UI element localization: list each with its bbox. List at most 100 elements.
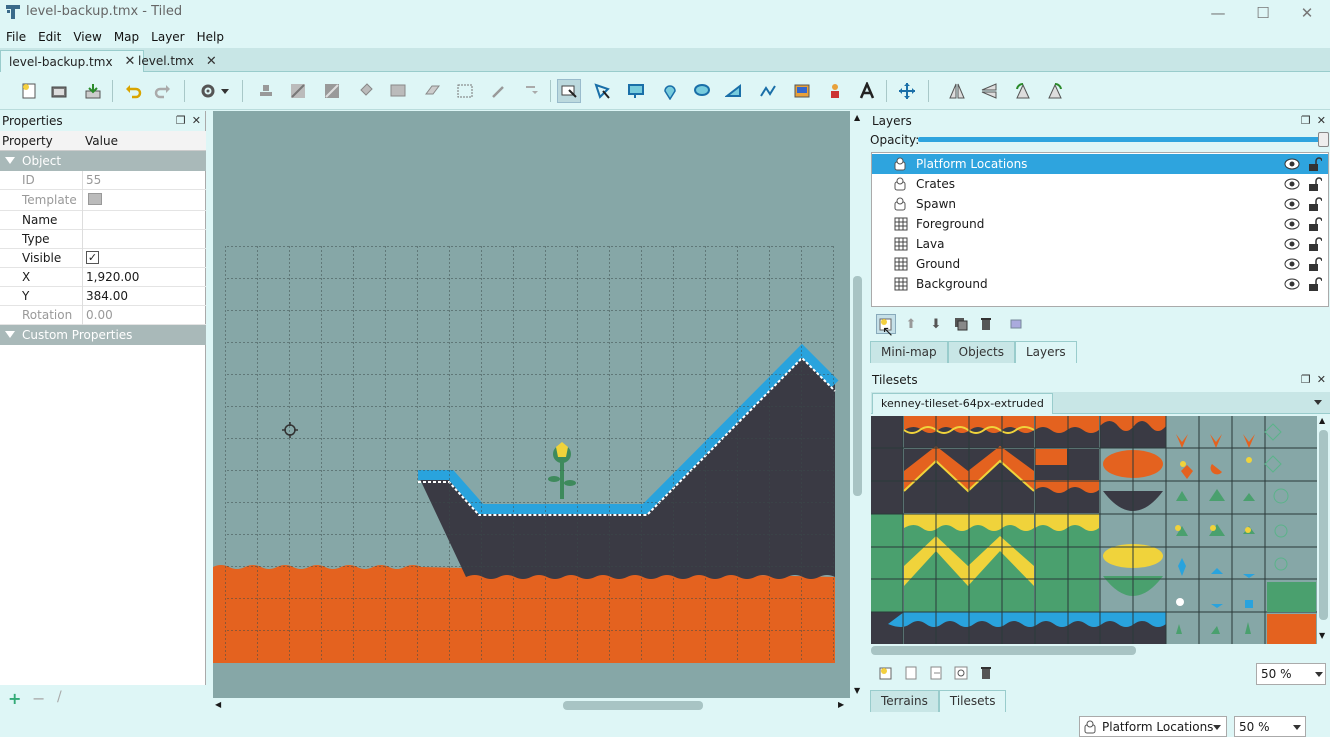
open-button[interactable] — [47, 79, 71, 103]
new-tileset-icon[interactable] — [879, 666, 893, 680]
wang-brush-button[interactable] — [320, 79, 344, 103]
tab-level-backup[interactable]: level-backup.tmx ✕ — [0, 50, 145, 72]
stamp-brush-button[interactable] — [254, 79, 278, 103]
add-property-icon[interactable]: + — [8, 689, 21, 708]
tab-layers[interactable]: Layers — [1014, 341, 1077, 363]
select-same-tile-button[interactable] — [520, 79, 544, 103]
trash-icon[interactable] — [979, 666, 993, 680]
move-button[interactable] — [895, 79, 919, 103]
scroll-thumb[interactable] — [871, 646, 1136, 655]
minimize-button[interactable]: — — [1195, 0, 1241, 26]
tileset-vertical-scrollbar[interactable]: ▲ ▼ — [1317, 416, 1330, 644]
eye-icon[interactable] — [1284, 158, 1300, 170]
eye-icon[interactable] — [1284, 218, 1300, 230]
prop-row-id[interactable]: ID 55 — [0, 171, 206, 190]
layer-background[interactable]: Background — [872, 274, 1328, 294]
magic-wand-button[interactable] — [487, 79, 511, 103]
unlock-icon[interactable] — [1308, 217, 1322, 231]
redo-button[interactable] — [151, 79, 175, 103]
prop-row-y[interactable]: Y 384.00 — [0, 287, 206, 306]
group-custom-properties[interactable]: Custom Properties — [0, 325, 206, 345]
unlock-icon[interactable] — [1308, 257, 1322, 271]
group-object[interactable]: Object — [0, 151, 206, 171]
prop-row-type[interactable]: Type — [0, 230, 206, 249]
undo-button[interactable] — [121, 79, 145, 103]
unlock-icon[interactable] — [1308, 197, 1322, 211]
prop-value[interactable]: 1,920.00 — [86, 270, 139, 284]
insert-rectangle-button[interactable] — [624, 79, 648, 103]
select-objects-button[interactable] — [557, 79, 581, 103]
unlock-icon[interactable] — [1308, 177, 1322, 191]
insert-polygon-button[interactable] — [722, 79, 746, 103]
chevron-down-icon[interactable] — [1314, 400, 1322, 405]
maximize-button[interactable]: ☐ — [1240, 0, 1286, 26]
menu-layer[interactable]: Layer — [145, 30, 190, 44]
current-layer-select[interactable]: Platform Locations — [1079, 716, 1227, 737]
tab-mini-map[interactable]: Mini-map — [870, 341, 948, 363]
unlock-icon[interactable] — [1308, 237, 1322, 251]
close-dock-icon[interactable]: ✕ — [192, 114, 201, 127]
prop-row-template[interactable]: Template — [0, 190, 206, 211]
layer-lava[interactable]: Lava — [872, 234, 1328, 254]
map-horizontal-scrollbar[interactable]: ◀ ▶ — [213, 698, 850, 713]
map-zoom-select[interactable]: 50 % — [1234, 716, 1306, 737]
shape-fill-button[interactable] — [386, 79, 410, 103]
prop-row-x[interactable]: X 1,920.00 — [0, 268, 206, 287]
scroll-thumb[interactable] — [1319, 430, 1328, 620]
edit-tileset-icon[interactable] — [954, 666, 968, 680]
scroll-up-icon[interactable]: ▲ — [1319, 416, 1325, 425]
bucket-fill-button[interactable] — [354, 79, 378, 103]
embed-tileset-icon[interactable] — [904, 666, 918, 680]
delete-layer-button[interactable] — [976, 314, 996, 334]
close-dock-icon[interactable]: ✕ — [1317, 373, 1326, 386]
menu-edit[interactable]: Edit — [32, 30, 67, 44]
duplicate-layer-button[interactable] — [951, 314, 971, 334]
raise-layer-button[interactable]: ⬆ — [901, 314, 921, 334]
rect-select-button[interactable] — [453, 79, 477, 103]
eye-icon[interactable] — [1284, 198, 1300, 210]
scroll-thumb[interactable] — [563, 701, 703, 710]
prop-value[interactable]: 384.00 — [86, 289, 128, 303]
rotate-left-button[interactable] — [1011, 79, 1035, 103]
unlock-icon[interactable] — [1308, 277, 1322, 291]
scroll-down-icon[interactable]: ▼ — [854, 686, 860, 695]
float-dock-icon[interactable]: ❐ — [1301, 373, 1311, 386]
menu-file[interactable]: File — [0, 30, 32, 44]
save-button[interactable] — [81, 79, 105, 103]
opacity-slider[interactable] — [918, 137, 1323, 142]
layer-ground[interactable]: Ground — [872, 254, 1328, 274]
layer-platform-locations[interactable]: Platform Locations — [872, 154, 1328, 174]
tab-kenney-tileset[interactable]: kenney-tileset-64px-extruded — [872, 393, 1053, 414]
insert-template-button[interactable] — [823, 79, 847, 103]
map-vertical-scrollbar[interactable]: ▲ ▼ — [851, 111, 864, 698]
map-render[interactable] — [213, 111, 850, 698]
scroll-down-icon[interactable]: ▼ — [1319, 631, 1325, 640]
float-dock-icon[interactable]: ❐ — [1301, 114, 1311, 127]
tileset-horizontal-scrollbar[interactable] — [871, 644, 1317, 657]
layer-visibility-toggle-button[interactable] — [1007, 314, 1027, 334]
new-map-button[interactable] — [17, 79, 41, 103]
tileset-zoom-select[interactable]: 50 % — [1256, 663, 1326, 685]
close-window-button[interactable]: ✕ — [1284, 0, 1330, 26]
rotate-right-button[interactable] — [1043, 79, 1067, 103]
layer-spawn[interactable]: Spawn — [872, 194, 1328, 214]
remove-property-icon[interactable]: − — [32, 689, 45, 708]
layer-crates[interactable]: Crates — [872, 174, 1328, 194]
tileset-render[interactable] — [871, 416, 1317, 644]
prop-row-rotation[interactable]: Rotation 0.00 — [0, 306, 206, 325]
lower-layer-button[interactable]: ⬇ — [926, 314, 946, 334]
insert-point-button[interactable] — [658, 79, 682, 103]
eye-icon[interactable] — [1284, 178, 1300, 190]
menu-help[interactable]: Help — [191, 30, 230, 44]
menu-view[interactable]: View — [67, 30, 107, 44]
insert-polyline-button[interactable] — [756, 79, 780, 103]
eraser-button[interactable] — [420, 79, 444, 103]
insert-text-button[interactable] — [855, 79, 879, 103]
visible-checkbox[interactable]: ✓ — [86, 251, 99, 264]
tab-tilesets[interactable]: Tilesets — [938, 690, 1007, 712]
tab-level[interactable]: level.tmx ✕ — [130, 50, 225, 72]
export-tileset-icon[interactable] — [929, 666, 943, 680]
insert-tile-button[interactable] — [790, 79, 814, 103]
float-dock-icon[interactable]: ❐ — [176, 114, 186, 127]
map-canvas[interactable] — [213, 111, 850, 698]
